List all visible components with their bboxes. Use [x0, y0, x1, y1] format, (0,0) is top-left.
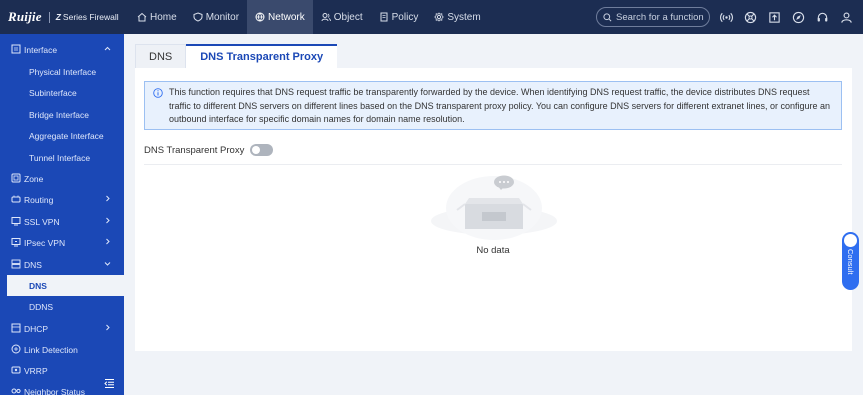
compass-icon[interactable]: [786, 0, 810, 34]
chevron-right-icon: [106, 195, 110, 202]
top-bar: Ruijie Z Series Firewall Home Monitor Net…: [0, 0, 863, 34]
home-icon: [137, 12, 147, 22]
interface-icon: [11, 44, 21, 54]
empty-state-text: No data: [476, 245, 510, 256]
sidebar-item-tunnel-interface[interactable]: Tunnel Interface: [0, 147, 124, 168]
tab-dns[interactable]: DNS: [135, 44, 187, 68]
nav-policy[interactable]: Policy: [371, 0, 427, 34]
wireless-icon[interactable]: [714, 0, 738, 34]
main-nav: Home Monitor Network Object Policy Syste…: [129, 0, 489, 34]
dns-icon: [11, 259, 21, 269]
shield-icon: [193, 12, 203, 22]
chevron-right-icon: [106, 217, 110, 224]
nav-network[interactable]: Network: [247, 0, 313, 34]
collapse-menu-icon[interactable]: [104, 378, 115, 389]
sidebar-item-physical-interface[interactable]: Physical Interface: [0, 61, 124, 82]
toggle-label: DNS Transparent Proxy: [144, 144, 245, 156]
routing-icon: [11, 195, 21, 203]
consult-button[interactable]: Consult: [842, 232, 859, 290]
network-icon[interactable]: [738, 0, 762, 34]
sidebar-item-ssl-vpn[interactable]: SSL VPN: [0, 211, 124, 232]
sidebar-item-aggregate-interface[interactable]: Aggregate Interface: [0, 125, 124, 146]
info-icon: [153, 88, 163, 98]
gear-icon: [434, 12, 445, 22]
brand-divider: [48, 11, 50, 23]
sidebar-item-dhcp[interactable]: DHCP: [0, 318, 124, 339]
dns-transparent-proxy-toggle[interactable]: [250, 144, 274, 156]
sidebar-item-subinterface[interactable]: Subinterface: [0, 82, 124, 103]
sidebar-item-link-detection[interactable]: Link Detection: [0, 339, 124, 360]
ruijie-logo: Ruijie: [8, 9, 42, 24]
sidebar: Interface Physical Interface Subinterfac…: [0, 34, 124, 395]
empty-box-icon: [431, 175, 557, 240]
sidebar-item-ddns[interactable]: DDNS: [0, 296, 124, 317]
nav-system[interactable]: System: [426, 0, 488, 34]
chevron-right-icon: [106, 324, 110, 331]
notice-text: This function requires that DNS request …: [169, 87, 831, 124]
nav-home[interactable]: Home: [129, 0, 185, 34]
divider: [144, 164, 842, 165]
headset-icon[interactable]: [810, 0, 834, 34]
document-icon: [380, 12, 388, 22]
function-search-input[interactable]: Search for a function: [596, 7, 710, 27]
dns-transparent-proxy-setting: DNS Transparent Proxy: [144, 143, 274, 157]
nav-object[interactable]: Object: [313, 0, 371, 34]
sidebar-item-dns[interactable]: DNS: [0, 254, 124, 275]
dhcp-icon: [11, 323, 21, 333]
search-icon: [603, 12, 612, 21]
nav-monitor[interactable]: Monitor: [185, 0, 247, 34]
sidebar-item-bridge-interface[interactable]: Bridge Interface: [0, 104, 124, 125]
neighbor-icon: [11, 388, 21, 394]
chevron-up-icon: [104, 46, 111, 51]
main-panel: DNS DNS Transparent Proxy This function …: [135, 44, 852, 351]
chat-bot-icon: [844, 234, 857, 247]
sidebar-item-dns-sub[interactable]: DNS: [7, 275, 124, 296]
sidebar-item-ipsec-vpn[interactable]: IPsec VPN: [0, 232, 124, 253]
product-series: Z Series Firewall: [55, 12, 119, 22]
vrrp-icon: [11, 366, 21, 374]
user-icon[interactable]: [834, 0, 858, 34]
ipsec-vpn-icon: [11, 238, 21, 247]
info-notice: This function requires that DNS request …: [144, 81, 842, 130]
tab-dns-transparent-proxy[interactable]: DNS Transparent Proxy: [186, 44, 338, 68]
toggle-knob: [252, 146, 261, 154]
sidebar-item-interface[interactable]: Interface: [0, 39, 124, 60]
chevron-down-icon: [104, 262, 111, 266]
chevron-right-icon: [106, 238, 110, 245]
tab-bar: DNS DNS Transparent Proxy: [135, 44, 338, 68]
sidebar-item-zone[interactable]: Zone: [0, 168, 124, 189]
users-icon: [321, 13, 331, 22]
upload-icon[interactable]: [762, 0, 786, 34]
consult-label: Consult: [846, 249, 855, 275]
zone-icon: [11, 173, 21, 183]
ssl-vpn-icon: [11, 217, 21, 226]
globe-icon: [255, 12, 265, 22]
top-toolbar: [714, 0, 858, 34]
link-detection-icon: [11, 344, 21, 354]
brand[interactable]: Ruijie Z Series Firewall: [0, 0, 129, 34]
sidebar-item-routing[interactable]: Routing: [0, 189, 124, 210]
